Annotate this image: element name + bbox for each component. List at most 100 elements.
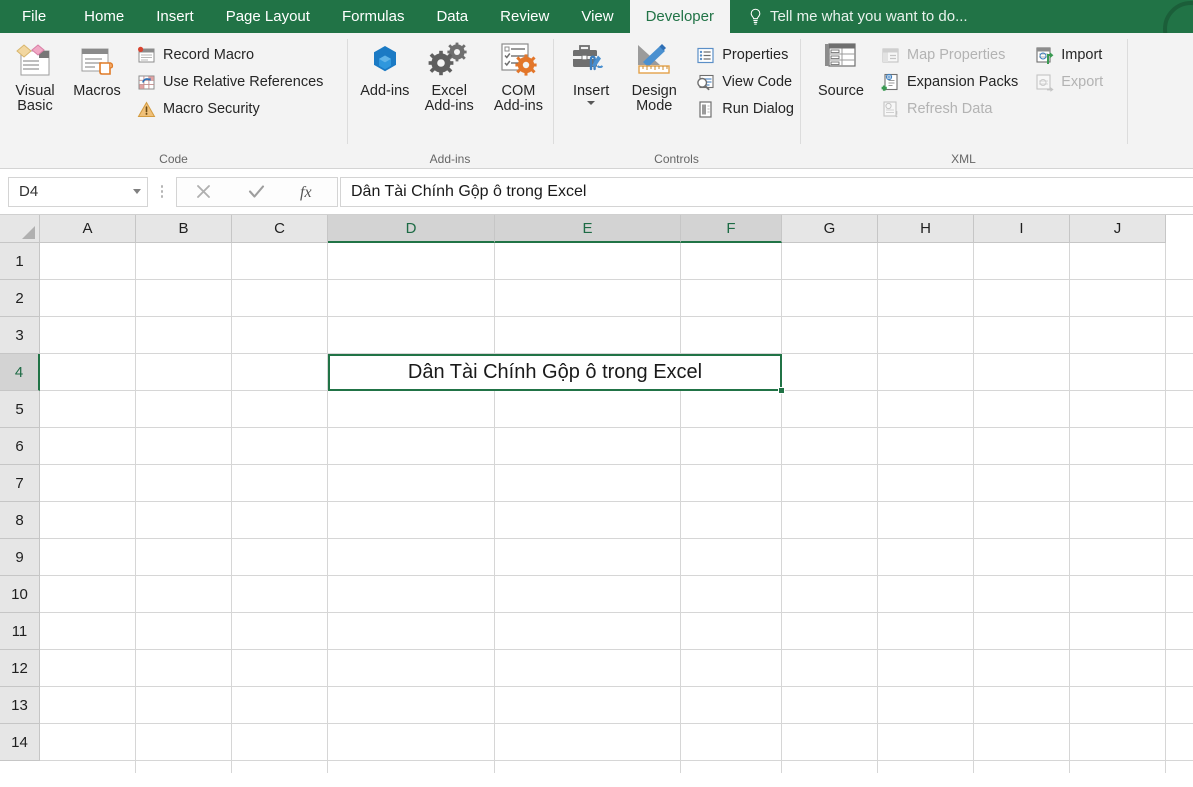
row-header-6[interactable]: 6 (0, 428, 40, 465)
insert-control-icon (570, 41, 612, 81)
row-header-1[interactable]: 1 (0, 243, 40, 280)
use-relative-references-button[interactable]: Use Relative References (132, 70, 329, 94)
column-header-E[interactable]: E (495, 215, 681, 243)
row-header-13[interactable]: 13 (0, 687, 40, 724)
record-macro-label: Record Macro (163, 46, 255, 63)
ribbon-group-addins: Add-ins Excel Add-ins COM Add-ins Add-in… (347, 33, 553, 168)
macros-button[interactable]: Macros (66, 37, 128, 99)
gridline-vertical (135, 243, 136, 773)
gridline-horizontal (40, 723, 1193, 724)
expansion-packs-label: Expansion Packs (907, 73, 1019, 90)
formula-bar-row: D4 fx Dân Tài Chính Gộp ô trong Excel (0, 169, 1193, 215)
properties-button[interactable]: Properties (691, 43, 800, 67)
ribbon-tab-insert[interactable]: Insert (140, 0, 210, 33)
column-header-B[interactable]: B (136, 215, 232, 243)
row-header-9[interactable]: 9 (0, 539, 40, 576)
xml-source-icon (820, 41, 862, 81)
excel-addins-icon (427, 41, 471, 81)
gridline-vertical (327, 243, 328, 773)
active-cell-D4[interactable]: Dân Tài Chính Gộp ô trong Excel (328, 354, 782, 391)
row-header-4[interactable]: 4 (0, 354, 40, 391)
com-addins-button[interactable]: COM Add-ins (484, 37, 553, 114)
chevron-down-icon[interactable] (133, 189, 141, 194)
column-header-H[interactable]: H (878, 215, 974, 243)
row-header-11[interactable]: 11 (0, 613, 40, 650)
ribbon-group-xml: Source Map Properties Expansion Packs Re… (800, 33, 1127, 168)
column-header-F[interactable]: F (681, 215, 782, 243)
ribbon-tab-formulas[interactable]: Formulas (326, 0, 421, 33)
expansion-packs-icon (880, 72, 900, 92)
ribbon-tab-home[interactable]: Home (68, 0, 140, 33)
row-header-10[interactable]: 10 (0, 576, 40, 613)
ribbon-tab-bar: File Home Insert Page Layout Formulas Da… (0, 0, 1193, 33)
insert-control-button[interactable]: Insert (561, 37, 621, 105)
column-header-J[interactable]: J (1070, 215, 1166, 243)
design-mode-icon (632, 41, 676, 81)
column-header-C[interactable]: C (232, 215, 328, 243)
row-header-2[interactable]: 2 (0, 280, 40, 317)
addins-button[interactable]: Add-ins (355, 37, 415, 99)
expansion-packs-button[interactable]: Expansion Packs (876, 70, 1024, 94)
column-header-D[interactable]: D (328, 215, 495, 243)
chevron-down-icon[interactable] (587, 100, 596, 105)
ribbon-tab-view[interactable]: View (565, 0, 629, 33)
view-code-icon (695, 72, 715, 92)
row-header-7[interactable]: 7 (0, 465, 40, 502)
gridline-horizontal (40, 649, 1193, 650)
refresh-data-icon (880, 99, 900, 119)
name-box[interactable]: D4 (8, 176, 148, 207)
column-header-I[interactable]: I (974, 215, 1070, 243)
row-header-12[interactable]: 12 (0, 650, 40, 687)
ribbon-group-label-addins: Add-ins (429, 152, 471, 166)
formula-bar-handle[interactable] (148, 185, 176, 198)
gridline-horizontal (40, 538, 1193, 539)
visual-basic-icon (13, 41, 57, 81)
row-header-3[interactable]: 3 (0, 317, 40, 354)
gridline-vertical (231, 243, 232, 773)
formula-bar-buttons: fx (176, 176, 338, 207)
cell-area[interactable]: Dân Tài Chính Gộp ô trong Excel (40, 243, 1193, 773)
ribbon-tab-review[interactable]: Review (484, 0, 565, 33)
insert-function-fx-icon[interactable]: fx (286, 178, 334, 206)
import-icon (1034, 45, 1054, 65)
gridline-horizontal (40, 427, 1193, 428)
account-avatar-icon[interactable] (1163, 1, 1193, 33)
tell-me-label: Tell me what you want to do... (769, 8, 968, 25)
macro-security-button[interactable]: Macro Security (132, 97, 329, 121)
run-dialog-button[interactable]: Run Dialog (691, 97, 800, 121)
relative-references-icon (136, 72, 156, 92)
map-properties-icon (880, 45, 900, 65)
xml-source-button[interactable]: Source (808, 37, 874, 99)
column-header-A[interactable]: A (40, 215, 136, 243)
enter-check-icon[interactable] (233, 178, 281, 206)
macros-label: Macros (73, 83, 121, 99)
macros-icon (75, 41, 119, 81)
excel-addins-button[interactable]: Excel Add-ins (415, 37, 484, 114)
fill-handle[interactable] (778, 387, 785, 394)
addins-icon (365, 41, 405, 81)
gridline-horizontal (40, 464, 1193, 465)
import-button[interactable]: Import (1030, 43, 1109, 67)
view-code-button[interactable]: View Code (691, 70, 800, 94)
export-icon (1034, 72, 1054, 92)
gridline-vertical (1165, 243, 1166, 773)
record-macro-button[interactable]: Record Macro (132, 43, 329, 67)
tell-me-search[interactable]: Tell me what you want to do... (730, 0, 982, 33)
insert-control-label: Insert (572, 83, 610, 99)
gridline-horizontal (40, 612, 1193, 613)
column-header-G[interactable]: G (782, 215, 878, 243)
ribbon-tab-developer[interactable]: Developer (629, 0, 730, 33)
row-header-14[interactable]: 14 (0, 724, 40, 761)
cancel-x-icon[interactable] (180, 178, 228, 206)
design-mode-button[interactable]: Design Mode (621, 37, 687, 114)
row-header-8[interactable]: 8 (0, 502, 40, 539)
ribbon-tab-page-layout[interactable]: Page Layout (210, 0, 326, 33)
visual-basic-button[interactable]: Visual Basic (4, 37, 66, 114)
ribbon-tab-file[interactable]: File (0, 0, 68, 33)
row-header-5[interactable]: 5 (0, 391, 40, 428)
column-headers: ABCDEFGHIJ (40, 215, 1166, 243)
select-all-button[interactable] (0, 215, 40, 243)
macro-security-label: Macro Security (163, 100, 260, 117)
ribbon-tab-data[interactable]: Data (420, 0, 484, 33)
formula-input[interactable]: Dân Tài Chính Gộp ô trong Excel (340, 176, 1193, 207)
